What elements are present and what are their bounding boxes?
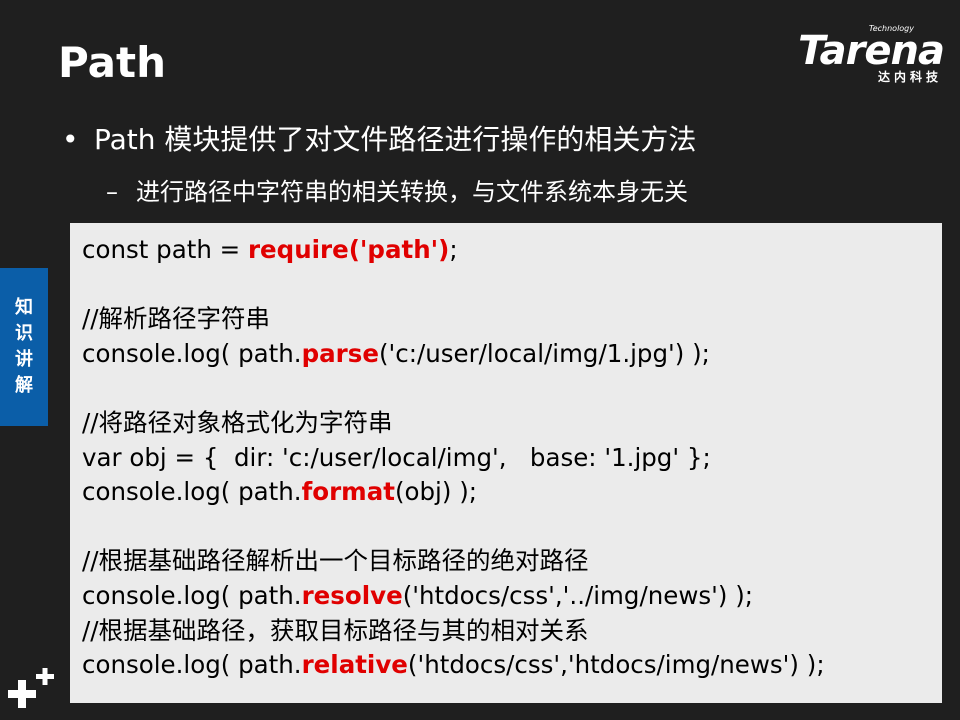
code-line: console.log( path.relative('htdocs/css',… bbox=[82, 648, 942, 683]
code-text: ; bbox=[449, 235, 458, 264]
code-comment: //根据基础路径解析出一个目标路径的绝对路径 bbox=[82, 546, 589, 576]
plus-icon bbox=[8, 668, 54, 708]
code-line: console.log( path.resolve('htdocs/css','… bbox=[82, 579, 942, 614]
bullet-item: • Path 模块提供了对文件路径进行操作的相关方法 bbox=[62, 118, 696, 158]
code-comment: //解析路径字符串 bbox=[82, 304, 271, 334]
sub-bullet-item: – 进行路径中字符串的相关转换，与文件系统本身无关 bbox=[106, 172, 688, 207]
code-text: console.log( path. bbox=[82, 477, 302, 507]
code-text: ('htdocs/css','../img/news') ); bbox=[402, 580, 754, 610]
tarena-logo: Technology Tarena 达内科技 bbox=[774, 24, 945, 84]
code-line: const path = require('path'); bbox=[82, 233, 942, 268]
bullet-marker: • bbox=[62, 123, 79, 156]
code-keyword: resolve bbox=[301, 580, 403, 610]
sub-bullet-marker: – bbox=[106, 178, 118, 206]
code-keyword: require('path') bbox=[247, 235, 450, 264]
side-tab-char: 讲 bbox=[15, 349, 33, 370]
side-tab-char: 知 bbox=[15, 297, 33, 318]
code-text: const path = bbox=[82, 235, 248, 264]
side-tab-char: 识 bbox=[15, 323, 33, 344]
code-text: console.log( path. bbox=[82, 580, 302, 610]
code-text: console.log( path. bbox=[82, 338, 302, 368]
code-text: (obj) ); bbox=[394, 477, 478, 507]
code-comment: //将路径对象格式化为字符串 bbox=[82, 407, 393, 437]
code-text: ('htdocs/css','htdocs/img/news') ); bbox=[407, 650, 825, 680]
slide: Path Technology Tarena 达内科技 • Path 模块提供了对… bbox=[0, 0, 960, 720]
side-tab-char: 解 bbox=[15, 375, 33, 396]
code-line: console.log( path.parse('c:/user/local/i… bbox=[82, 337, 942, 372]
code-text: ('c:/user/local/img/1.jpg') ); bbox=[378, 338, 710, 368]
sub-bullet-text: 进行路径中字符串的相关转换，与文件系统本身无关 bbox=[136, 178, 688, 206]
code-text: console.log( path. bbox=[82, 650, 302, 680]
code-keyword: relative bbox=[301, 650, 408, 680]
bullet-text: Path 模块提供了对文件路径进行操作的相关方法 bbox=[94, 123, 697, 156]
code-comment: //根据基础路径，获取目标路径与其的相对关系 bbox=[82, 615, 589, 645]
code-line: console.log( path.format(obj) ); bbox=[82, 475, 942, 510]
code-keyword: parse bbox=[301, 338, 379, 368]
slide-title: Path bbox=[58, 38, 166, 87]
code-keyword: format bbox=[301, 477, 395, 507]
code-line: var obj = { dir: 'c:/user/local/img', ba… bbox=[82, 442, 711, 472]
side-tab-knowledge: 知 识 讲 解 bbox=[0, 268, 48, 426]
logo-chinese-text: 达内科技 bbox=[877, 70, 942, 84]
code-block: const path = require('path'); //解析路径字符串 … bbox=[70, 223, 942, 703]
